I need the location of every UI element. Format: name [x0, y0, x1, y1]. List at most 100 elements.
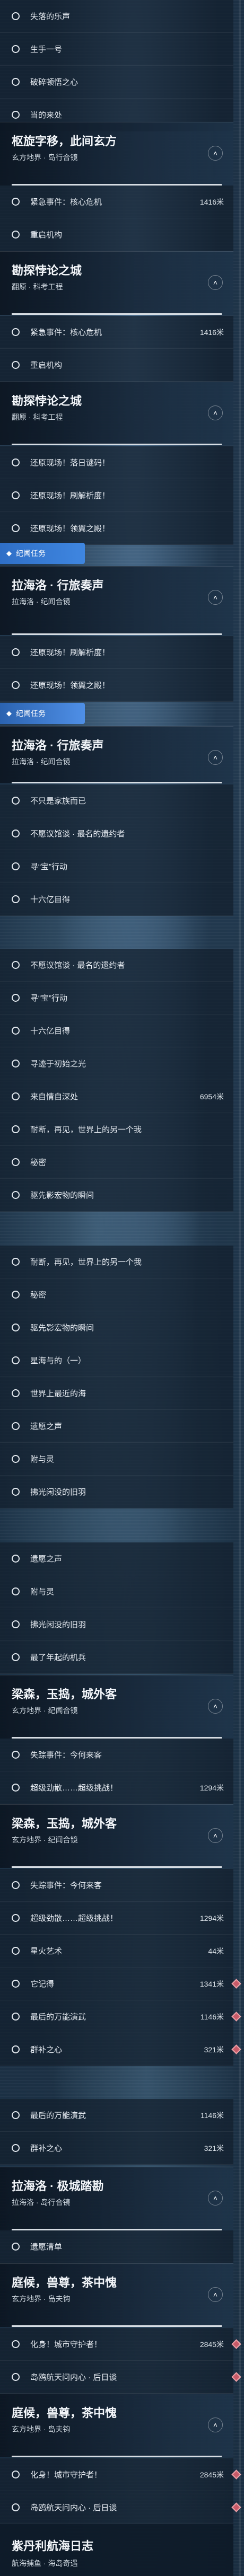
quest-row[interactable]: 群补之心 321米: [0, 2033, 241, 2066]
ring-icon: [12, 1488, 20, 1496]
quest-row[interactable]: 耐断，再见，世界上的另一个我: [0, 1113, 233, 1146]
quest-label: 遗愿之声: [30, 1422, 63, 1431]
quest-group-header[interactable]: 勘探悖论之城 翻原 · 科考工程 ˄: [0, 382, 233, 445]
ring-icon: [12, 1620, 20, 1628]
quest-row[interactable]: 耐断，再见，世界上的另一个我: [0, 1246, 233, 1278]
chevron-up-icon[interactable]: ˄: [208, 275, 223, 290]
quest-row[interactable]: 失踪事件：今何来客: [0, 1739, 233, 1771]
quest-row[interactable]: 还原现场！领翼之殿！: [0, 512, 233, 545]
quest-group-header[interactable]: 拉海洛 · 极城踏勘 拉海洛 · 岛行合镜 ˄: [0, 2167, 233, 2230]
quest-label: 重启机构: [30, 361, 63, 370]
quest-row[interactable]: 破碎顿悟之心: [0, 66, 233, 99]
quest-row[interactable]: 附与灵: [0, 1443, 233, 1476]
chevron-up-icon[interactable]: ˄: [208, 2287, 223, 2302]
quest-group-header[interactable]: 拉海洛 · 行旅奏声 拉海洛 · 纪闻合镜 ˄: [0, 566, 233, 635]
quest-row[interactable]: 十六亿目得: [0, 883, 233, 916]
quest-row[interactable]: 超级劲散……超级挑战！ 1294米: [0, 1902, 233, 1935]
chevron-up-icon[interactable]: ˄: [208, 750, 223, 765]
distance: 1294米: [199, 1783, 224, 1792]
quest-label: 紧急事件：核心危机: [30, 328, 102, 337]
quest-row[interactable]: 不只是家族而已: [0, 784, 233, 817]
quest-row[interactable]: 遗愿清单: [0, 2230, 233, 2263]
quest-group-header[interactable]: 梁森，玉捣，城外客 玄方地界 · 纪闻合镜 ˄: [0, 1804, 233, 1868]
quest-row[interactable]: 还原现场！领翼之殿！: [0, 669, 233, 702]
distance: 1146米: [200, 2111, 224, 2120]
quest-row[interactable]: 失落的乐声: [0, 0, 233, 33]
quest-group-header[interactable]: 枢旋字移，此间玄方 玄方地界 · 岛行合镜 ˄: [0, 122, 233, 186]
chevron-up-icon[interactable]: ˄: [208, 590, 223, 605]
distance: 1416米: [199, 328, 224, 337]
quest-row[interactable]: 岛鸥航天问内心 · 后日谈: [0, 2361, 241, 2394]
quest-row[interactable]: 群补之心 321米: [0, 2132, 233, 2165]
quest-row[interactable]: 不愿议馆谈 · 最名的遗约者: [0, 949, 233, 982]
ring-icon: [12, 78, 20, 86]
group-title: 枢旋字移，此间玄方: [12, 135, 117, 148]
divider: [12, 2456, 222, 2457]
quest-row[interactable]: 最后的万能演武 1146米: [0, 2000, 241, 2033]
quest-row[interactable]: 还原现场！刷解析度！: [0, 636, 233, 669]
scrollbar[interactable]: [239, 0, 241, 2576]
quest-row[interactable]: 最了年起的机兵: [0, 1641, 233, 1674]
group-subtitle: 拉海洛 · 纪闻合镜: [12, 757, 71, 766]
quest-row[interactable]: 失踪事件：今何来客: [0, 1869, 233, 1902]
quest-row[interactable]: 遗愿之声: [0, 1542, 233, 1575]
quest-label: 遗愿清单: [30, 2243, 63, 2252]
quest-row[interactable]: 驱先影宏物的瞬间: [0, 1311, 233, 1344]
quest-group-header[interactable]: 勘探悖论之城 翻原 · 科考工程 ˄: [0, 251, 233, 315]
ring-icon: [12, 1356, 20, 1364]
quest-group-header[interactable]: 庭候，兽尊，茶中愧 玄方地界 · 岛夫钩 ˄: [0, 2263, 233, 2327]
quest-row[interactable]: 它记得 1341米: [0, 1968, 241, 2000]
quest-row[interactable]: 世界上最近的海: [0, 1377, 233, 1410]
quest-row[interactable]: 紧急事件：核心危机 1416米: [0, 316, 233, 349]
quest-row[interactable]: 超级劲散……超级挑战！ 1294米: [0, 1771, 233, 1804]
quest-row[interactable]: 秘密: [0, 1278, 233, 1311]
quest-row[interactable]: 生手一号: [0, 33, 233, 66]
quest-row[interactable]: 还原现场！落日谜码！: [0, 446, 233, 479]
quest-row[interactable]: 最后的万能演武 1146米: [0, 2099, 233, 2132]
quest-group-header[interactable]: 紫丹利航海日志 航海捕鱼 · 海岛奇遇: [0, 2524, 233, 2576]
quest-row[interactable]: 星海与的（一）: [0, 1344, 233, 1377]
group-title: 拉海洛 · 行旅奏声: [12, 739, 104, 752]
chevron-up-icon[interactable]: ˄: [208, 2418, 223, 2432]
chevron-up-icon[interactable]: ˄: [208, 2191, 223, 2206]
quest-row[interactable]: 遗愿之声: [0, 1410, 233, 1443]
quest-category-tag[interactable]: ◆ 纪闻任务: [0, 703, 85, 724]
quest-group-header[interactable]: 梁森，玉捣，城外客 玄方地界 · 纪闻合镜 ˄: [0, 1675, 233, 1739]
quest-category-tag[interactable]: ◆ 纪闻任务: [0, 543, 85, 564]
quest-row[interactable]: 寻“宝”行动: [0, 982, 233, 1014]
quest-row[interactable]: 拂光闲没的旧羽: [0, 1608, 233, 1641]
quest-row[interactable]: 还原现场！刷解析度！: [0, 479, 233, 512]
quest-row[interactable]: 来自情自深处 6954米: [0, 1080, 233, 1113]
quest-row[interactable]: 寻迹于初始之光: [0, 1047, 233, 1080]
chevron-up-icon[interactable]: ˄: [208, 1828, 223, 1843]
quest-label: 遗愿之声: [30, 1555, 63, 1564]
quest-row[interactable]: 附与灵: [0, 1575, 233, 1608]
quest-row[interactable]: 驱先影宏物的瞬间: [0, 1179, 233, 1212]
ring-icon: [12, 1191, 20, 1199]
quest-row[interactable]: 秘密: [0, 1146, 233, 1179]
divider: [12, 313, 222, 315]
quest-group-header[interactable]: 庭候，兽尊，茶中愧 玄方地界 · 岛夫钩 ˄: [0, 2394, 233, 2457]
quest-row[interactable]: 寻“宝”行动: [0, 850, 233, 883]
chevron-up-icon[interactable]: ˄: [208, 146, 223, 161]
quest-row[interactable]: 化身！城市守护者！ 2845米: [0, 2328, 241, 2361]
quest-row[interactable]: 重启机构: [0, 218, 233, 251]
quest-row[interactable]: 拂光闲没的旧羽: [0, 1476, 233, 1508]
quest-row[interactable]: 星火艺术 44米: [0, 1935, 233, 1968]
quest-row[interactable]: 十六亿目得: [0, 1014, 233, 1047]
ring-icon: [12, 681, 20, 689]
quest-group-header[interactable]: 拉海洛 · 行旅奏声拉海洛 · 纪闻合镜 ˄: [0, 726, 233, 783]
quest-row[interactable]: 不愿议馆谈 · 最名的遗约者: [0, 817, 233, 850]
quest-label: 不愿议馆谈 · 最名的遗约者: [30, 830, 125, 839]
quest-row[interactable]: 重启机构: [0, 349, 233, 382]
quest-label: 岛鸥航天问内心 · 后日谈: [30, 2373, 117, 2382]
quest-row[interactable]: 化身！城市守护者！ 2845米: [0, 2458, 241, 2491]
ring-icon: [12, 1914, 20, 1922]
group-title: 庭候，兽尊，茶中愧: [12, 2406, 117, 2420]
quest-row[interactable]: 岛鸥航天问内心 · 后日谈: [0, 2491, 241, 2524]
chevron-up-icon[interactable]: ˄: [208, 405, 223, 420]
quest-row[interactable]: 紧急事件：核心危机 1416米: [0, 186, 233, 218]
quest-label: 超级劲散……超级挑战！: [30, 1784, 118, 1793]
quest-label: 来自情自深处: [30, 1092, 79, 1101]
chevron-up-icon[interactable]: ˄: [208, 1699, 223, 1714]
